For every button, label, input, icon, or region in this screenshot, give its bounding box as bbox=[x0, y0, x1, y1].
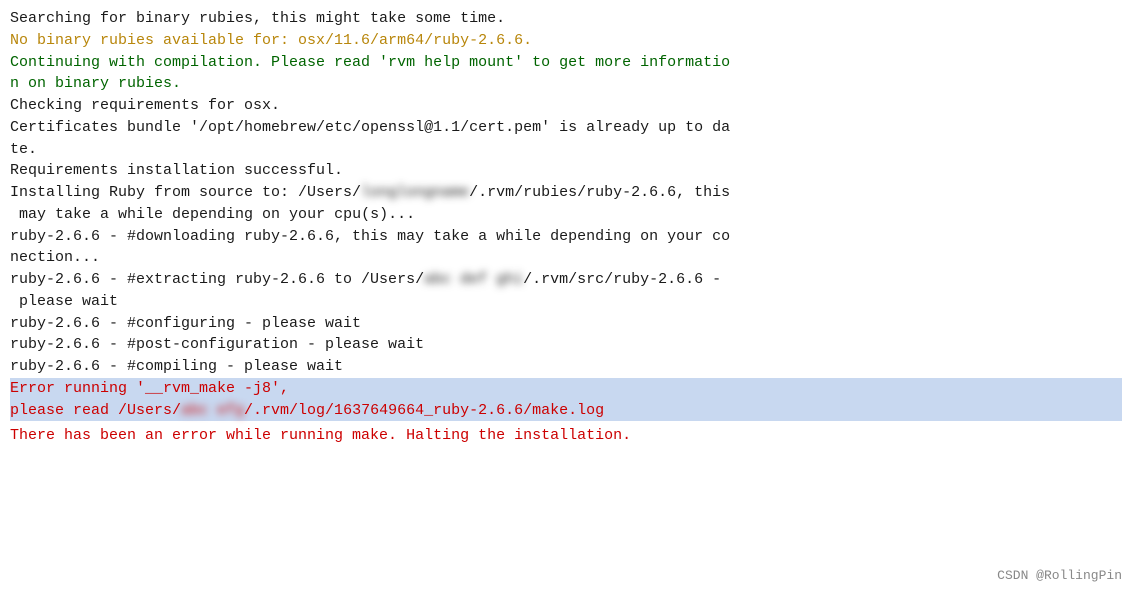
line-configuring: ruby-2.6.6 - #configuring - please wait bbox=[10, 313, 1122, 335]
line-certificates: Certificates bundle '/opt/homebrew/etc/o… bbox=[10, 117, 1122, 161]
line-extracting: ruby-2.6.6 - #extracting ruby-2.6.6 to /… bbox=[10, 269, 1122, 313]
blurred-username-2: abc def ghi bbox=[424, 269, 523, 291]
line-installing: Installing Ruby from source to: /Users/l… bbox=[10, 182, 1122, 226]
watermark: CSDN @RollingPin bbox=[997, 567, 1122, 586]
line-continuing: Continuing with compilation. Please read… bbox=[10, 52, 1122, 96]
blurred-username-1: longlongname bbox=[361, 182, 469, 204]
blurred-username-3: abc efg bbox=[181, 400, 244, 422]
line-checking: Checking requirements for osx. bbox=[10, 95, 1122, 117]
bottom-error-message: There has been an error while running ma… bbox=[10, 425, 1122, 447]
terminal-output: Searching for binary rubies, this might … bbox=[0, 0, 1132, 592]
line-searching: Searching for binary rubies, this might … bbox=[10, 8, 1122, 30]
line-compiling: ruby-2.6.6 - #compiling - please wait bbox=[10, 356, 1122, 378]
error-line-2: please read /Users/abc efg/.rvm/log/1637… bbox=[10, 400, 1122, 422]
line-downloading: ruby-2.6.6 - #downloading ruby-2.6.6, th… bbox=[10, 226, 1122, 270]
line-no-binary: No binary rubies available for: osx/11.6… bbox=[10, 30, 1122, 52]
line-post-config: ruby-2.6.6 - #post-configuration - pleas… bbox=[10, 334, 1122, 356]
line-requirements: Requirements installation successful. bbox=[10, 160, 1122, 182]
error-line-1: Error running '__rvm_make -j8', bbox=[10, 378, 1122, 400]
